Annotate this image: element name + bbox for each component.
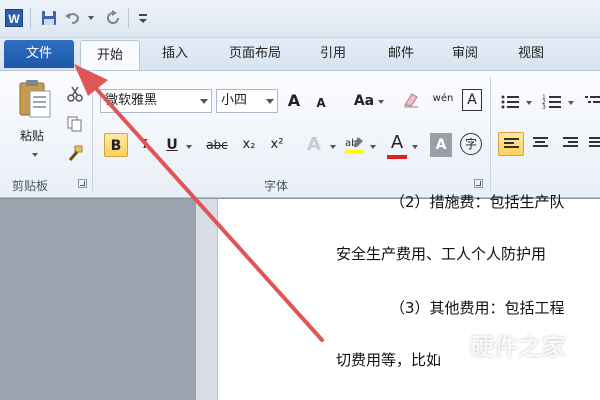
font-color-bar: [387, 155, 407, 159]
chevron-down-icon: [200, 99, 208, 104]
tab-view[interactable]: 视图: [502, 38, 560, 70]
font-size-select[interactable]: 小四: [216, 89, 278, 113]
align-right-icon: [563, 137, 578, 149]
watermark-name: 硬件之家: [470, 333, 566, 361]
document-line[interactable]: （2）措施费：包括生产队: [390, 191, 565, 212]
align-left-button[interactable]: [498, 132, 524, 156]
svg-text:3: 3: [542, 104, 546, 111]
group-separator: [92, 77, 93, 191]
paste-icon[interactable]: [18, 79, 52, 119]
strikethrough-button[interactable]: abc: [202, 133, 232, 157]
numbering-dropdown-icon[interactable]: [568, 101, 574, 105]
quick-access-toolbar: W: [0, 0, 600, 38]
document-line[interactable]: 切费用等，比如: [336, 349, 441, 370]
phonetic-guide-button[interactable]: wén: [430, 87, 456, 111]
superscript-button[interactable]: x²: [266, 133, 288, 157]
vertical-ruler: [196, 199, 218, 400]
font-color-label: A: [390, 132, 404, 153]
undo-dropdown-icon[interactable]: [88, 16, 94, 20]
clear-format-icon[interactable]: [402, 91, 420, 109]
ribbon-tabs: 文件 开始 插入 页面布局 引用 邮件 审阅 视图: [0, 38, 600, 71]
redo-icon[interactable]: [104, 9, 122, 27]
undo-icon[interactable]: [64, 9, 82, 27]
justify-button[interactable]: [586, 132, 600, 156]
numbering-icon[interactable]: 1 2 3: [542, 93, 562, 111]
tab-file[interactable]: 文件: [4, 40, 74, 68]
clipboard-group-label: 剪贴板: [12, 179, 49, 193]
bullets-icon[interactable]: [500, 93, 520, 111]
customize-icon[interactable]: [134, 9, 152, 27]
watermark-url: YING JIAN ZHI JIA.COM: [470, 359, 591, 369]
tab-review[interactable]: 审阅: [436, 38, 494, 70]
multilevel-list-icon[interactable]: [584, 93, 600, 111]
tab-insert[interactable]: 插入: [146, 38, 204, 70]
toolbar-separator: [128, 8, 129, 28]
bold-button[interactable]: B: [104, 133, 128, 157]
font-launcher-icon[interactable]: [474, 179, 483, 188]
font-name-select[interactable]: 微软雅黑: [100, 89, 212, 113]
italic-button[interactable]: I: [136, 133, 154, 157]
change-case-dropdown-icon[interactable]: [378, 100, 384, 104]
toolbar-separator: [30, 8, 31, 28]
document-line[interactable]: （3）其他费用：包括工程: [390, 297, 565, 318]
subscript-button[interactable]: x₂: [238, 133, 260, 157]
change-case-button[interactable]: Aa: [352, 89, 376, 113]
group-separator: [490, 77, 491, 191]
document-line[interactable]: 安全生产费用、工人个人防护用: [336, 243, 546, 264]
tab-references[interactable]: 引用: [304, 38, 362, 70]
clipboard-launcher-icon[interactable]: [78, 179, 87, 188]
tab-page-layout[interactable]: 页面布局: [216, 38, 294, 70]
font-name-value: 微软雅黑: [105, 93, 158, 108]
paste-dropdown-icon[interactable]: [32, 153, 38, 157]
paste-button-label[interactable]: 粘贴: [20, 127, 44, 144]
text-effects-dropdown-icon[interactable]: [330, 145, 336, 149]
align-left-icon: [504, 138, 519, 150]
enclose-characters-button[interactable]: 字: [460, 133, 482, 155]
word-logo-icon[interactable]: W: [5, 9, 23, 27]
font-color-button[interactable]: A: [386, 131, 408, 155]
text-effects-button[interactable]: A: [302, 133, 326, 157]
copy-icon[interactable]: [66, 115, 84, 133]
character-border-button[interactable]: A: [462, 89, 482, 111]
highlight-icon[interactable]: ab: [344, 135, 366, 155]
bullets-dropdown-icon[interactable]: [526, 101, 532, 105]
tab-home[interactable]: 开始: [80, 40, 140, 71]
highlight-dropdown-icon[interactable]: [370, 145, 376, 149]
save-icon[interactable]: [40, 9, 58, 27]
underline-dropdown-icon[interactable]: [186, 145, 192, 149]
underline-button[interactable]: U: [162, 133, 182, 157]
align-right-button[interactable]: [558, 132, 584, 156]
chevron-down-icon: [266, 99, 274, 104]
align-center-button[interactable]: [528, 132, 554, 156]
align-center-icon: [533, 137, 548, 149]
watermark-logo-icon: [433, 331, 461, 361]
shrink-font-button[interactable]: A: [312, 91, 330, 115]
tab-mailings[interactable]: 邮件: [372, 38, 430, 70]
watermark: 硬件之家 YING JIAN ZHI JIA.COM: [432, 327, 600, 387]
grow-font-button[interactable]: A: [284, 89, 304, 113]
justify-icon: [589, 137, 600, 149]
character-shading-button[interactable]: A: [430, 133, 452, 157]
font-group-label: 字体: [264, 179, 289, 193]
font-color-dropdown-icon[interactable]: [412, 145, 418, 149]
font-size-value: 小四: [221, 93, 248, 108]
format-painter-icon[interactable]: [66, 145, 84, 163]
cut-icon[interactable]: [66, 85, 84, 103]
